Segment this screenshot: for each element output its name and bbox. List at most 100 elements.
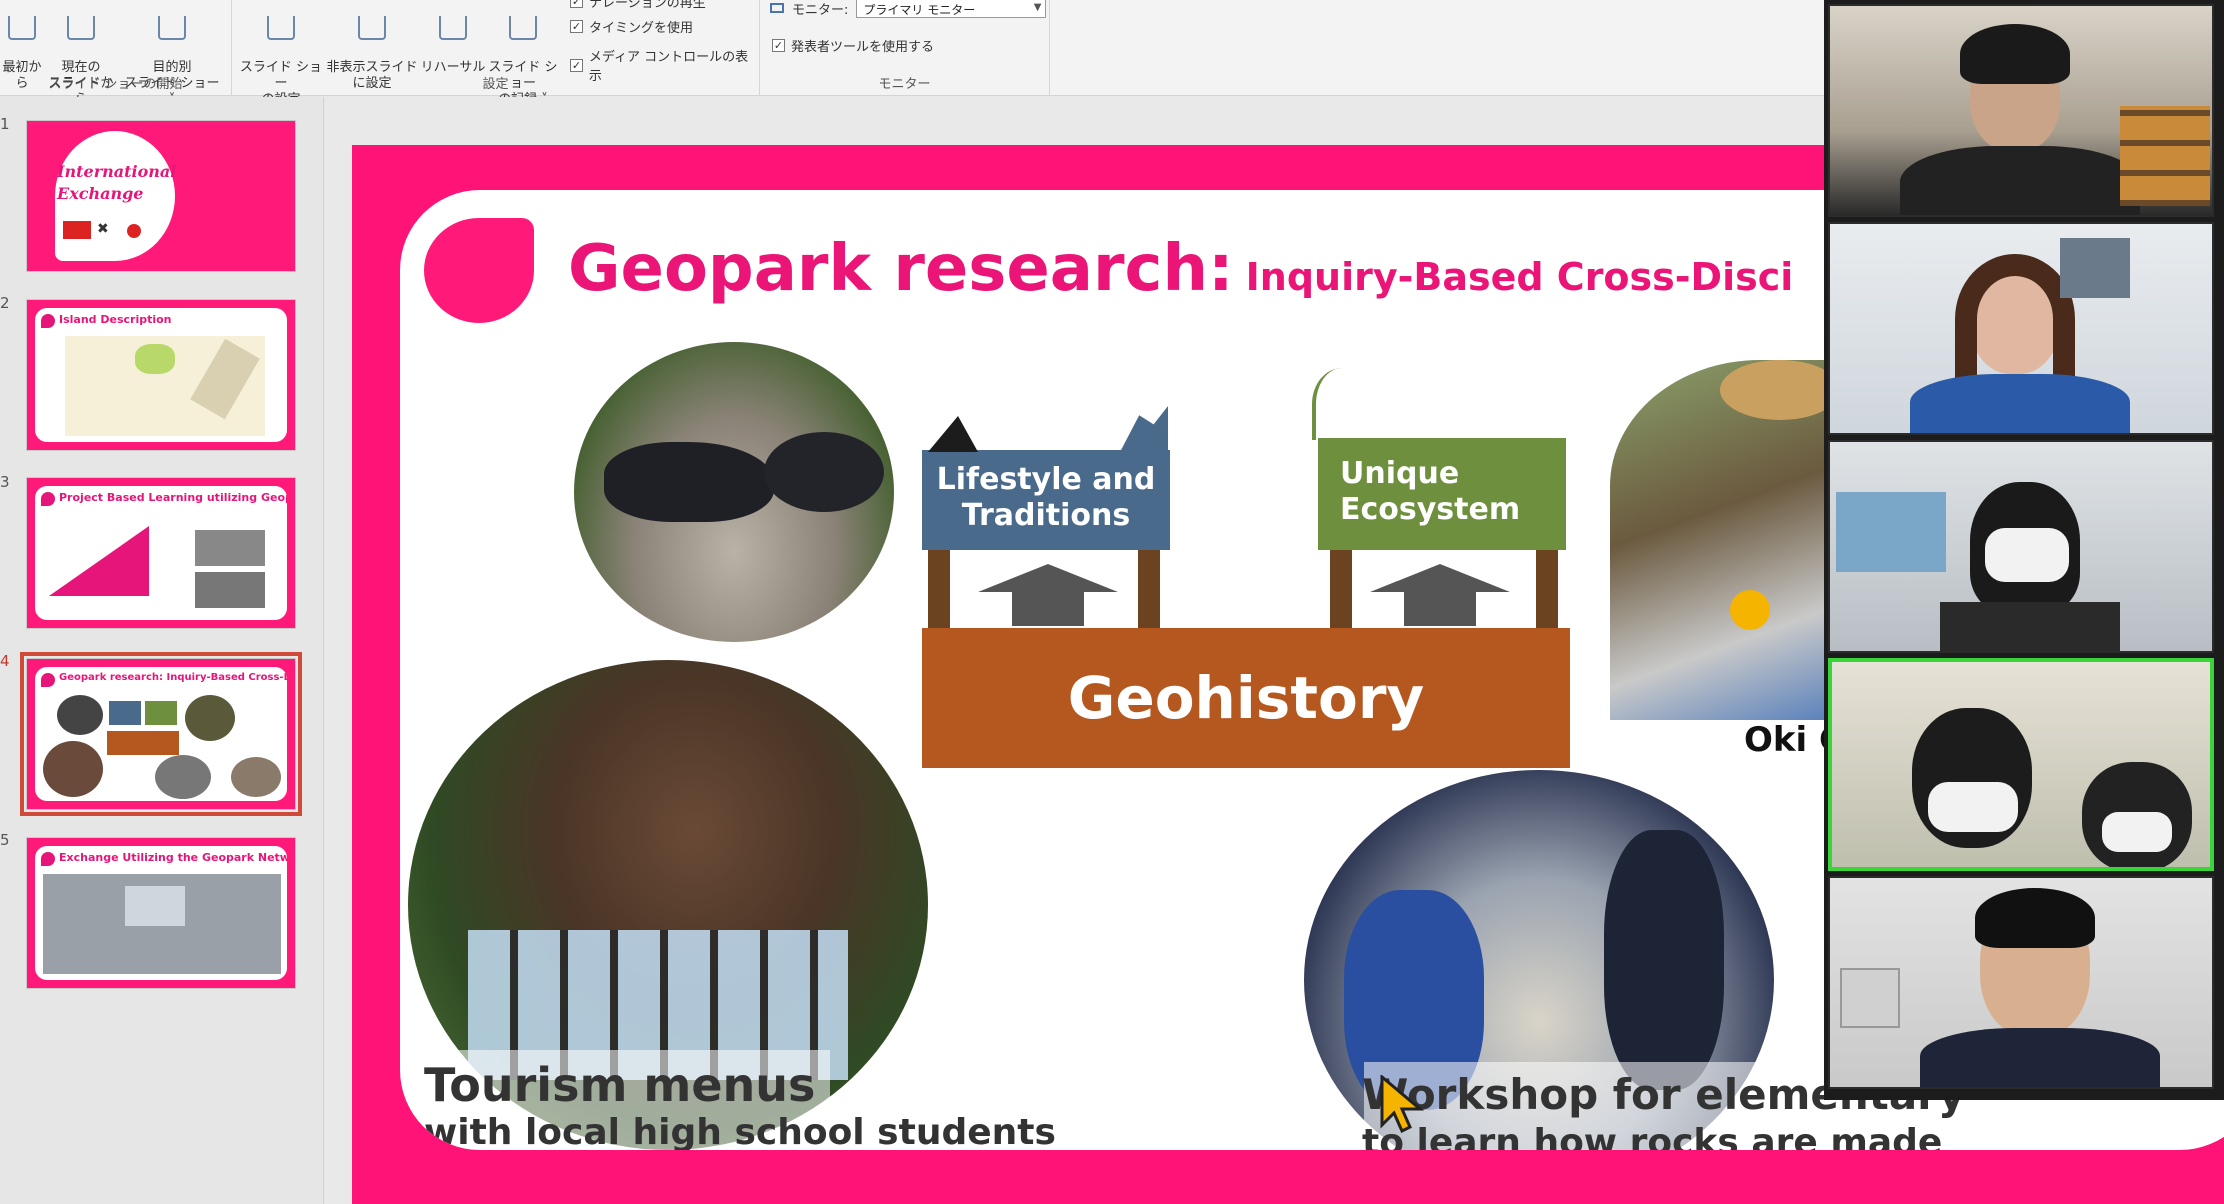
up-arrow-stem [1012, 590, 1084, 626]
sign-post [1138, 538, 1160, 628]
sign-thumb [109, 701, 141, 725]
bullfight-photo [574, 342, 894, 642]
hair-shape [1975, 888, 2095, 948]
monitor-label: モニター: [792, 2, 849, 18]
thumbnail-slide-4[interactable]: Geopark research: Inquiry-Based Cross-Di… [20, 652, 302, 816]
triangle-shape [49, 526, 149, 596]
monitor-row: モニター: プライマリ モニター ▼ [770, 0, 1047, 18]
up-arrow-icon [1370, 564, 1510, 592]
thumbnail-title: Island Description [59, 313, 172, 326]
sign-unique-ecosystem: Unique Ecosystem [1318, 438, 1566, 550]
thumbnail-number: 4 [0, 652, 10, 670]
thumbnail-title: International Exchange [57, 162, 177, 203]
thumb-card: Island Description [35, 308, 287, 442]
participant-tile-2[interactable] [1828, 222, 2214, 435]
thumbnail-number: 2 [0, 294, 10, 312]
slide-thumbnails-pane: 1 International Exchange ✖ 2 Island Desc… [0, 97, 324, 1204]
thumbnail-number: 1 [0, 115, 10, 133]
thumbnail-slide-2[interactable]: Island Description [26, 299, 296, 451]
sign-lifestyle-traditions: Lifestyle and Traditions [922, 450, 1170, 550]
calendar-shape [2060, 238, 2130, 298]
photo-thumb [231, 757, 281, 797]
thumbnail-title: Geopark research: Inquiry-Based Cross-Di… [59, 672, 287, 683]
house-silhouette-icon [928, 416, 978, 452]
check-icon: ✓ [570, 20, 583, 33]
hair-shape [1955, 254, 2075, 384]
ribbon-group-setup: スライド ショー の設定 非表示スライド に設定 リハーサル スライド ショー … [232, 0, 760, 107]
geohistory-thumb [107, 731, 179, 755]
thumbnail-slide-5[interactable]: Exchange Utilizing the Geopark Network [26, 837, 296, 989]
thumbnail-slide-1[interactable]: International Exchange ✖ [26, 120, 296, 272]
hide-slide-icon [358, 16, 386, 40]
drop-shape-icon [424, 218, 534, 323]
check-icon: ✓ [570, 58, 583, 72]
mask-shape [1928, 782, 2018, 832]
body-shape [1920, 1028, 2160, 1087]
monitor-select[interactable]: プライマリ モニター ▼ [856, 0, 1047, 18]
slide-title-sub: Inquiry-Based Cross-Disci [1245, 255, 1794, 299]
monitor-icon [770, 3, 784, 13]
setup-icon [267, 16, 295, 40]
japan-flag-icon [127, 224, 141, 238]
thumbnail-number: 3 [0, 473, 10, 491]
participant-tile-3[interactable] [1828, 440, 2214, 653]
ribbon-group-start-slideshow: 最初から 現在の スライドから 目的別 スライド ショー ˅ スライド ショーの… [0, 0, 232, 107]
ribbon: 最初から 現在の スライドから 目的別 スライド ショー ˅ スライド ショーの… [0, 0, 1830, 107]
geohistory-block: Geohistory [922, 628, 1570, 768]
times-icon: ✖ [97, 221, 109, 237]
sign-post [1536, 538, 1558, 628]
participant-tile-4-active-speaker[interactable] [1828, 658, 2214, 871]
thumbnail-title: Exchange Utilizing the Geopark Network [59, 851, 287, 864]
slideshow-current-icon [67, 16, 95, 40]
drop-icon [41, 852, 55, 866]
vietnam-flag-icon [63, 221, 91, 239]
bull-shape [604, 442, 774, 522]
thumb-card: Geopark research: Inquiry-Based Cross-Di… [35, 667, 287, 801]
photo-thumb [57, 695, 103, 735]
thumbnail-number: 5 [0, 831, 10, 849]
mask-shape [2102, 812, 2172, 852]
presenter-view-checkbox[interactable]: ✓ 発表者ツールを使用する [772, 36, 934, 55]
poster-shape [1840, 968, 1900, 1028]
check-icon: ✓ [570, 0, 583, 8]
record-icon [509, 16, 537, 40]
drop-icon [41, 492, 55, 506]
thumb-card: Exchange Utilizing the Geopark Network [35, 846, 287, 980]
group-label-start: スライド ショーの開始 [48, 77, 183, 92]
video-call-participants [1824, 0, 2224, 1100]
screen-in-photo [125, 886, 185, 926]
photo-thumb [195, 572, 265, 608]
custom-show-icon [158, 16, 186, 40]
photo-thumb [195, 530, 265, 566]
slide-title: Geopark research: Inquiry-Based Cross-Dis… [568, 232, 1793, 306]
map-poster-shape [1836, 492, 1946, 572]
thumb-card: Project Based Learning utilizing Geopark [35, 486, 287, 620]
narration-checkbox[interactable]: ✓ ナレーションの再生 [570, 0, 706, 11]
thumbnail-slide-3[interactable]: Project Based Learning utilizing Geopark [26, 477, 296, 629]
body-shape [1940, 602, 2120, 651]
chevron-down-icon: ▼ [1033, 2, 1042, 13]
check-icon: ✓ [772, 39, 785, 52]
group-label-setup: 設定 [482, 77, 509, 92]
bull-shape [764, 432, 884, 512]
caption-workshop-subtitle: to learn how rocks are made [1362, 1122, 1943, 1150]
up-arrow-stem [1404, 590, 1476, 626]
participant-tile-5[interactable] [1828, 876, 2214, 1089]
drop-icon [41, 314, 55, 328]
participant-tile-1[interactable] [1828, 4, 2214, 217]
photo-thumb [43, 741, 103, 797]
timings-checkbox[interactable]: ✓ タイミングを使用 [570, 17, 693, 36]
island-shape [135, 344, 175, 374]
up-arrow-icon [978, 564, 1118, 592]
mask-shape [1985, 528, 2069, 582]
caption-tourism-subtitle: with local high school students [424, 1112, 1056, 1150]
mouse-pointer-icon [1380, 1075, 1424, 1133]
plant-silhouette-icon [1312, 368, 1372, 440]
slide-title-main: Geopark research: [568, 232, 1234, 306]
sign-thumb [145, 701, 177, 725]
hair-shape [1960, 24, 2070, 84]
powerpoint-window: 最初から 現在の スライドから 目的別 スライド ショー ˅ スライド ショーの… [0, 0, 2224, 1204]
drop-icon [41, 673, 55, 687]
body-shape [1910, 374, 2130, 433]
shelf-shape [2120, 106, 2210, 206]
